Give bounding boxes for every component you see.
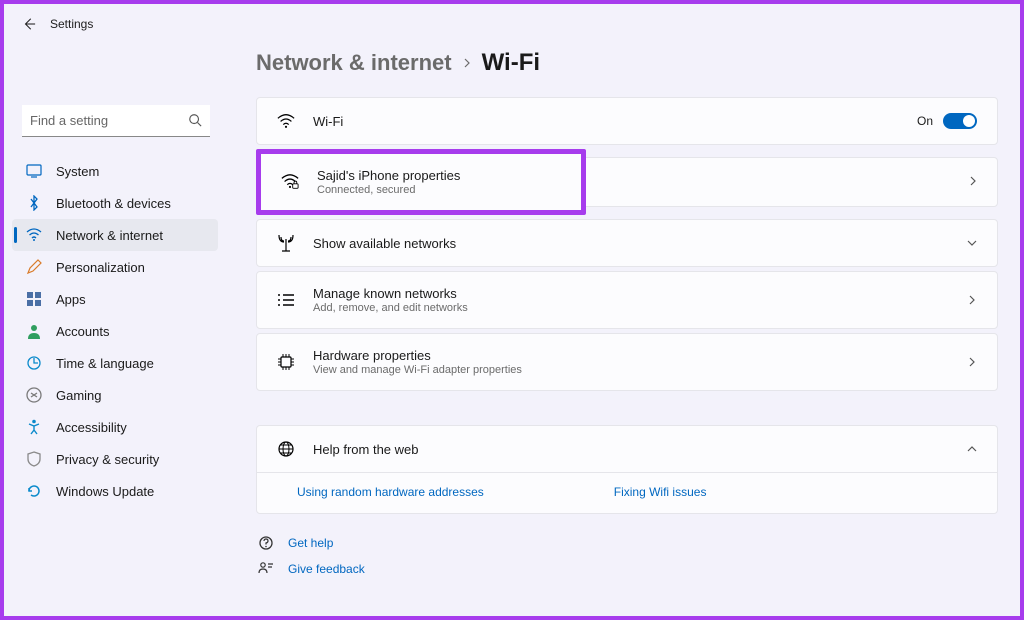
help-link-hardware-addresses[interactable]: Using random hardware addresses xyxy=(297,485,484,499)
search-input[interactable] xyxy=(22,105,210,137)
breadcrumb: Network & internet Wi-Fi xyxy=(256,49,998,77)
sidebar-item-network[interactable]: Network & internet xyxy=(12,219,218,251)
sidebar-item-privacy[interactable]: Privacy & security xyxy=(12,443,218,475)
system-icon xyxy=(26,163,42,179)
wifi-toggle-panel[interactable]: Wi-Fi On xyxy=(256,97,998,145)
get-help-link[interactable]: Get help xyxy=(256,530,998,556)
brush-icon xyxy=(26,259,42,275)
globe-icon xyxy=(277,440,295,458)
sidebar-item-time[interactable]: Time & language xyxy=(12,347,218,379)
panel-title: Sajid's iPhone properties xyxy=(317,168,561,183)
accessibility-icon xyxy=(26,419,42,435)
chevron-right-icon xyxy=(968,173,978,191)
chevron-right-icon xyxy=(967,295,977,305)
sidebar-item-label: Personalization xyxy=(56,260,145,275)
panel-subtitle: View and manage Wi-Fi adapter properties xyxy=(313,364,949,376)
person-icon xyxy=(26,323,42,339)
breadcrumb-current: Wi-Fi xyxy=(482,49,540,77)
sidebar: System Bluetooth & devices Network & int… xyxy=(4,39,226,611)
chevron-up-icon xyxy=(967,444,977,454)
sidebar-item-gaming[interactable]: Gaming xyxy=(12,379,218,411)
wifi-icon xyxy=(26,227,42,243)
bluetooth-icon xyxy=(26,195,42,211)
list-icon xyxy=(277,291,295,309)
help-icon xyxy=(258,535,274,551)
feedback-icon xyxy=(258,561,274,577)
panel-title: Manage known networks xyxy=(313,286,949,301)
wifi-icon xyxy=(277,112,295,130)
give-feedback-label: Give feedback xyxy=(288,562,365,576)
apps-icon xyxy=(26,291,42,307)
sidebar-item-bluetooth[interactable]: Bluetooth & devices xyxy=(12,187,218,219)
sidebar-item-apps[interactable]: Apps xyxy=(12,283,218,315)
sidebar-item-label: Time & language xyxy=(56,356,154,371)
sidebar-item-label: System xyxy=(56,164,99,179)
wifi-secure-icon xyxy=(281,173,299,191)
main-content: Network & internet Wi-Fi Wi-Fi On Sajid'… xyxy=(226,39,1020,611)
sidebar-item-label: Windows Update xyxy=(56,484,154,499)
sidebar-item-label: Apps xyxy=(56,292,86,307)
globe-time-icon xyxy=(26,355,42,371)
sidebar-item-label: Accessibility xyxy=(56,420,127,435)
sidebar-item-label: Accounts xyxy=(56,324,109,339)
search-icon xyxy=(188,113,202,127)
breadcrumb-parent[interactable]: Network & internet xyxy=(256,50,452,76)
sidebar-item-label: Gaming xyxy=(56,388,102,403)
antenna-icon xyxy=(277,234,295,252)
back-arrow-icon[interactable] xyxy=(22,17,36,31)
help-panel: Help from the web Using random hardware … xyxy=(256,425,998,514)
gaming-icon xyxy=(26,387,42,403)
available-networks-panel[interactable]: Show available networks xyxy=(256,219,998,267)
panel-title: Show available networks xyxy=(313,236,949,251)
get-help-label: Get help xyxy=(288,536,333,550)
give-feedback-link[interactable]: Give feedback xyxy=(256,556,998,582)
sidebar-item-label: Privacy & security xyxy=(56,452,159,467)
chevron-right-icon xyxy=(462,58,472,68)
toggle-state: On xyxy=(917,114,933,128)
sidebar-item-accounts[interactable]: Accounts xyxy=(12,315,218,347)
panel-subtitle: Connected, secured xyxy=(317,184,561,196)
panel-title: Wi-Fi xyxy=(313,114,899,129)
shield-icon xyxy=(26,451,42,467)
sidebar-item-system[interactable]: System xyxy=(12,155,218,187)
sidebar-item-label: Bluetooth & devices xyxy=(56,196,171,211)
sidebar-item-personalization[interactable]: Personalization xyxy=(12,251,218,283)
highlight-annotation: Sajid's iPhone properties Connected, sec… xyxy=(256,149,586,215)
panel-subtitle: Add, remove, and edit networks xyxy=(313,302,949,314)
app-title: Settings xyxy=(50,17,93,31)
sidebar-item-label: Network & internet xyxy=(56,228,163,243)
known-networks-panel[interactable]: Manage known networks Add, remove, and e… xyxy=(256,271,998,329)
panel-title: Hardware properties xyxy=(313,348,949,363)
help-header[interactable]: Help from the web xyxy=(256,425,998,472)
panel-title: Help from the web xyxy=(313,442,949,457)
update-icon xyxy=(26,483,42,499)
chevron-down-icon xyxy=(967,238,977,248)
chip-icon xyxy=(277,353,295,371)
sidebar-item-update[interactable]: Windows Update xyxy=(12,475,218,507)
help-link-fixing-wifi[interactable]: Fixing Wifi issues xyxy=(614,485,707,499)
hardware-properties-panel[interactable]: Hardware properties View and manage Wi-F… xyxy=(256,333,998,391)
sidebar-item-accessibility[interactable]: Accessibility xyxy=(12,411,218,443)
wifi-toggle-switch[interactable] xyxy=(943,113,977,129)
chevron-right-icon xyxy=(967,357,977,367)
connected-network-panel[interactable]: Sajid's iPhone properties Connected, sec… xyxy=(261,154,581,210)
